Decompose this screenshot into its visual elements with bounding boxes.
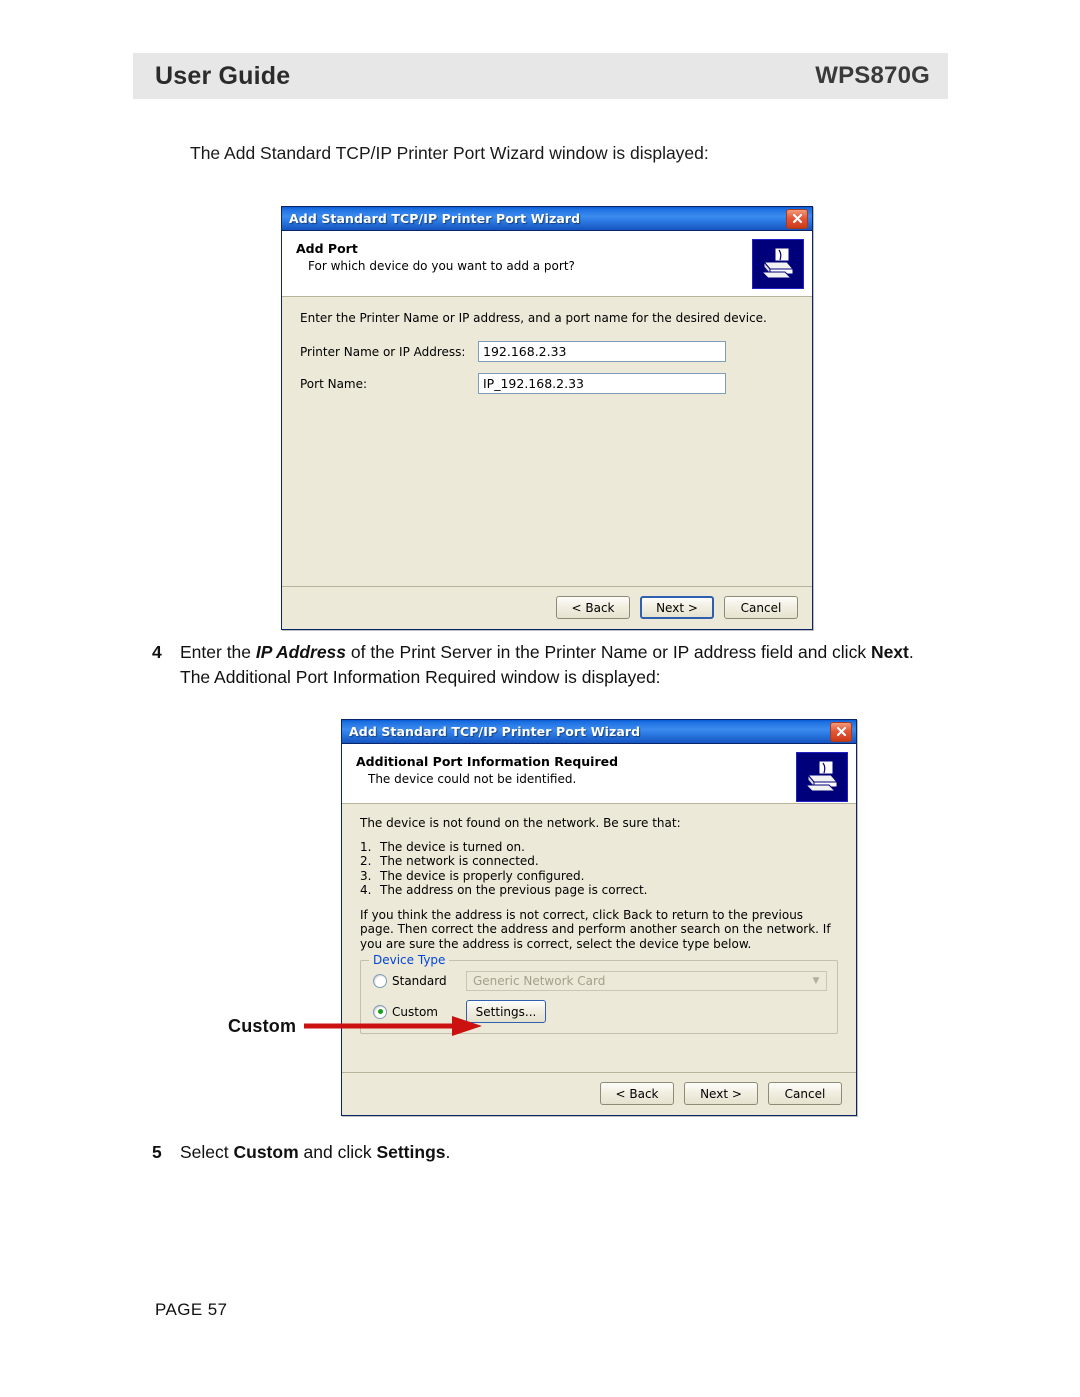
product-model-label: WPS870G (815, 62, 930, 89)
radio-standard-icon[interactable] (373, 974, 387, 988)
step-5-part-3: and click (298, 1142, 377, 1162)
step-5-part-2: Custom (233, 1142, 299, 1162)
back-button[interactable]: < Back (556, 596, 630, 619)
add-standard-tcpip-printer-port-wizard-dialog-1: Add Standard TCP/IP Printer Port Wizard … (281, 206, 813, 630)
list-item: 2. The network is connected. (360, 854, 838, 869)
intro-paragraph: The Add Standard TCP/IP Printer Port Wiz… (190, 143, 709, 163)
step-4-part-1: Enter the (180, 642, 256, 662)
port-name-label: Port Name: (300, 376, 368, 391)
dialog2-checklist: 1. The device is turned on. 2. The netwo… (360, 840, 838, 898)
list-item-text: The network is connected. (380, 854, 539, 868)
dialog1-button-bar: < Back Next > Cancel (282, 586, 812, 629)
custom-callout-annotation: Custom (228, 1013, 487, 1039)
printer-icon (796, 752, 848, 802)
list-item-text: The address on the previous page is corr… (380, 883, 648, 897)
list-item-number: 4. (360, 883, 372, 897)
chevron-down-icon: ▼ (812, 976, 820, 986)
step-4-part-4: Next (870, 642, 909, 662)
list-item: 3. The device is properly configured. (360, 869, 838, 884)
dialog2-intro-paragraph: The device is not found on the network. … (360, 816, 681, 830)
page-title: User Guide (155, 61, 291, 90)
close-icon[interactable] (830, 721, 852, 742)
dialog2-header-title: Additional Port Information Required (356, 754, 619, 769)
next-button[interactable]: Next > (684, 1082, 758, 1105)
printer-name-field-row: Printer Name or IP Address: 192.168.2.33 (300, 341, 794, 362)
network-card-dropdown-value: Generic Network Card (473, 974, 606, 988)
close-icon[interactable] (786, 208, 808, 229)
cancel-button[interactable]: Cancel (768, 1082, 842, 1105)
dialog1-body: Enter the Printer Name or IP address, an… (282, 297, 812, 586)
dialog2-button-bar: < Back Next > Cancel (342, 1072, 856, 1115)
step-4-part-3: of the Print Server in the Printer Name … (346, 642, 871, 662)
step-4-number: 4 (152, 642, 162, 662)
printer-name-label: Printer Name or IP Address: (300, 344, 466, 359)
list-item-number: 2. (360, 854, 372, 868)
list-item-number: 3. (360, 868, 372, 883)
list-item: 1. The device is turned on. (360, 840, 838, 855)
step-4: 4 Enter the IP Address of the Print Serv… (152, 640, 932, 690)
dialog1-header-subtitle: For which device do you want to add a po… (308, 259, 575, 273)
list-item-text: The device is properly configured. (380, 868, 585, 883)
cancel-button[interactable]: Cancel (724, 596, 798, 619)
step-5-part-5: . (445, 1142, 451, 1162)
next-button[interactable]: Next > (640, 596, 714, 619)
step-5: 5 Select Custom and click Settings. (152, 1140, 852, 1165)
dialog2-advice-paragraph: If you think the address is not correct,… (360, 907, 831, 951)
list-item: 4. The address on the previous page is c… (360, 883, 838, 898)
callout-label: Custom (228, 1015, 297, 1036)
dialog2-header-subtitle: The device could not be identified. (368, 772, 577, 786)
back-button[interactable]: < Back (600, 1082, 674, 1105)
dialog2-titlebar[interactable]: Add Standard TCP/IP Printer Port Wizard (342, 720, 856, 744)
add-standard-tcpip-printer-port-wizard-dialog-2: Add Standard TCP/IP Printer Port Wizard … (341, 719, 857, 1116)
page-footer: PAGE 57 (155, 1300, 228, 1319)
red-arrow-icon (304, 1016, 483, 1036)
port-name-field-row: Port Name: IP_192.168.2.33 (300, 373, 794, 394)
dialog1-header: Add Port For which device do you want to… (282, 231, 812, 297)
step-4-part-2: IP Address (255, 642, 347, 662)
network-card-dropdown: Generic Network Card ▼ (466, 971, 827, 991)
step-4-text: Enter the IP Address of the Print Server… (180, 640, 932, 690)
list-item-number: 1. (360, 839, 372, 854)
standard-device-type-row[interactable]: Standard Generic Network Card ▼ (373, 971, 827, 991)
dialog1-header-title: Add Port (296, 241, 358, 256)
port-name-input[interactable]: IP_192.168.2.33 (478, 373, 726, 394)
step-5-number: 5 (152, 1142, 162, 1162)
page-header-band: User Guide WPS870G (133, 53, 948, 99)
dialog1-hint: Enter the Printer Name or IP address, an… (300, 311, 767, 325)
dialog2-header: Additional Port Information Required The… (342, 744, 856, 804)
device-type-legend: Device Type (369, 953, 450, 967)
dialog1-titlebar[interactable]: Add Standard TCP/IP Printer Port Wizard (282, 207, 812, 231)
standard-radio-label: Standard (392, 974, 447, 988)
dialog2-title: Add Standard TCP/IP Printer Port Wizard (349, 724, 641, 739)
step-5-text: Select Custom and click Settings. (180, 1140, 450, 1165)
dialog1-title: Add Standard TCP/IP Printer Port Wizard (289, 211, 581, 226)
printer-icon (752, 239, 804, 289)
step-5-part-1: Select (180, 1142, 234, 1162)
printer-name-input[interactable]: 192.168.2.33 (478, 341, 726, 362)
list-item-text: The device is turned on. (380, 839, 525, 854)
step-5-part-4: Settings (376, 1142, 446, 1162)
